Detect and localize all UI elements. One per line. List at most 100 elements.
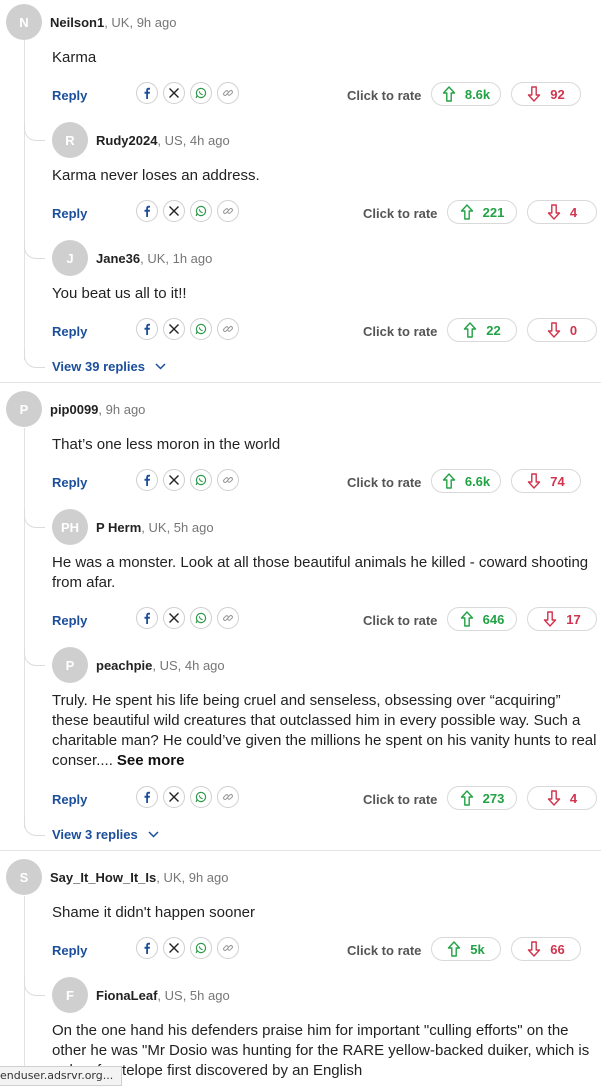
username[interactable]: Neilson1	[50, 15, 104, 30]
username[interactable]: peachpie	[96, 658, 152, 673]
facebook-icon	[141, 474, 153, 486]
username[interactable]: Rudy2024	[96, 133, 157, 148]
arrow-down-icon	[527, 86, 541, 102]
downvote-button[interactable]: 0	[527, 318, 597, 342]
x-share-button[interactable]	[163, 786, 185, 808]
click-to-rate-label: Click to rate	[363, 792, 438, 807]
username[interactable]: pip0099	[50, 402, 98, 417]
reply-button[interactable]: Reply	[52, 613, 87, 628]
facebook-share-button[interactable]	[136, 937, 158, 959]
share-buttons	[136, 786, 239, 808]
upvote-button[interactable]: 646	[447, 607, 517, 631]
facebook-share-button[interactable]	[136, 200, 158, 222]
arrow-down-icon	[547, 204, 561, 220]
upvote-button[interactable]: 6.6k	[431, 469, 501, 493]
upvote-button[interactable]: 5k	[431, 937, 501, 961]
avatar[interactable]: R	[52, 122, 88, 158]
arrow-up-icon	[442, 86, 456, 102]
x-share-button[interactable]	[163, 607, 185, 629]
share-buttons	[136, 607, 239, 629]
click-to-rate-label: Click to rate	[347, 943, 422, 958]
x-share-button[interactable]	[163, 937, 185, 959]
comment-text: You beat us all to it!!	[52, 285, 187, 302]
username[interactable]: P Herm	[96, 520, 141, 535]
link-share-button[interactable]	[217, 82, 239, 104]
whatsapp-share-button[interactable]	[190, 200, 212, 222]
see-more-link[interactable]: See more	[117, 752, 185, 769]
thread-line	[24, 428, 25, 828]
link-share-button[interactable]	[217, 200, 239, 222]
whatsapp-share-button[interactable]	[190, 937, 212, 959]
link-icon	[222, 791, 234, 803]
avatar[interactable]: P	[6, 391, 42, 427]
share-buttons	[136, 200, 239, 222]
view-replies-button[interactable]: View 3 replies	[52, 827, 159, 842]
x-share-button[interactable]	[163, 318, 185, 340]
downvote-button[interactable]: 66	[511, 937, 581, 961]
link-icon	[222, 612, 234, 624]
x-share-button[interactable]	[163, 200, 185, 222]
link-share-button[interactable]	[217, 469, 239, 491]
reply-button[interactable]: Reply	[52, 88, 87, 103]
comment-meta: Jane36, UK, 1h ago	[96, 251, 212, 266]
upvote-button[interactable]: 221	[447, 200, 517, 224]
upvote-button[interactable]: 8.6k	[431, 82, 501, 106]
username[interactable]: Say_It_How_It_Is	[50, 870, 156, 885]
whatsapp-share-button[interactable]	[190, 469, 212, 491]
arrow-up-icon	[447, 941, 461, 957]
downvote-button[interactable]: 17	[527, 607, 597, 631]
link-share-button[interactable]	[217, 937, 239, 959]
reply-button[interactable]: Reply	[52, 792, 87, 807]
reply-button[interactable]: Reply	[52, 206, 87, 221]
downvote-button[interactable]: 92	[511, 82, 581, 106]
share-buttons	[136, 82, 239, 104]
whatsapp-share-button[interactable]	[190, 786, 212, 808]
whatsapp-share-button[interactable]	[190, 607, 212, 629]
comment-meta: FionaLeaf, US, 5h ago	[96, 988, 230, 1003]
view-replies-button[interactable]: View 39 replies	[52, 359, 166, 374]
reply-button[interactable]: Reply	[52, 943, 87, 958]
facebook-share-button[interactable]	[136, 318, 158, 340]
comment-info: , US, 5h ago	[157, 988, 230, 1003]
comment-meta: pip0099, 9h ago	[50, 402, 145, 417]
link-share-button[interactable]	[217, 607, 239, 629]
facebook-icon	[141, 791, 153, 803]
reply-button[interactable]: Reply	[52, 324, 87, 339]
facebook-share-button[interactable]	[136, 469, 158, 491]
avatar[interactable]: J	[52, 240, 88, 276]
x-share-button[interactable]	[163, 82, 185, 104]
facebook-share-button[interactable]	[136, 607, 158, 629]
downvote-button[interactable]: 4	[527, 786, 597, 810]
avatar[interactable]: S	[6, 859, 42, 895]
comment-text: That’s one less moron in the world	[52, 436, 281, 453]
facebook-icon	[141, 942, 153, 954]
chevron-down-icon	[155, 363, 166, 370]
link-share-button[interactable]	[217, 318, 239, 340]
avatar[interactable]: P	[52, 647, 88, 683]
facebook-share-button[interactable]	[136, 786, 158, 808]
avatar[interactable]: N	[6, 4, 42, 40]
downvote-button[interactable]: 74	[511, 469, 581, 493]
comment-info: , UK, 5h ago	[141, 520, 214, 535]
link-icon	[222, 87, 234, 99]
whatsapp-icon	[195, 87, 207, 99]
whatsapp-share-button[interactable]	[190, 318, 212, 340]
downvote-count: 74	[550, 473, 565, 489]
avatar[interactable]: F	[52, 977, 88, 1013]
downvote-count: 4	[569, 204, 578, 220]
click-to-rate-label: Click to rate	[347, 475, 422, 490]
reply-button[interactable]: Reply	[52, 475, 87, 490]
whatsapp-share-button[interactable]	[190, 82, 212, 104]
upvote-button[interactable]: 22	[447, 318, 517, 342]
x-icon	[168, 791, 180, 803]
link-share-button[interactable]	[217, 786, 239, 808]
facebook-share-button[interactable]	[136, 82, 158, 104]
facebook-icon	[141, 87, 153, 99]
avatar[interactable]: PH	[52, 509, 88, 545]
username[interactable]: FionaLeaf	[96, 988, 157, 1003]
x-share-button[interactable]	[163, 469, 185, 491]
upvote-count: 646	[482, 611, 505, 627]
downvote-button[interactable]: 4	[527, 200, 597, 224]
username[interactable]: Jane36	[96, 251, 140, 266]
upvote-button[interactable]: 273	[447, 786, 517, 810]
